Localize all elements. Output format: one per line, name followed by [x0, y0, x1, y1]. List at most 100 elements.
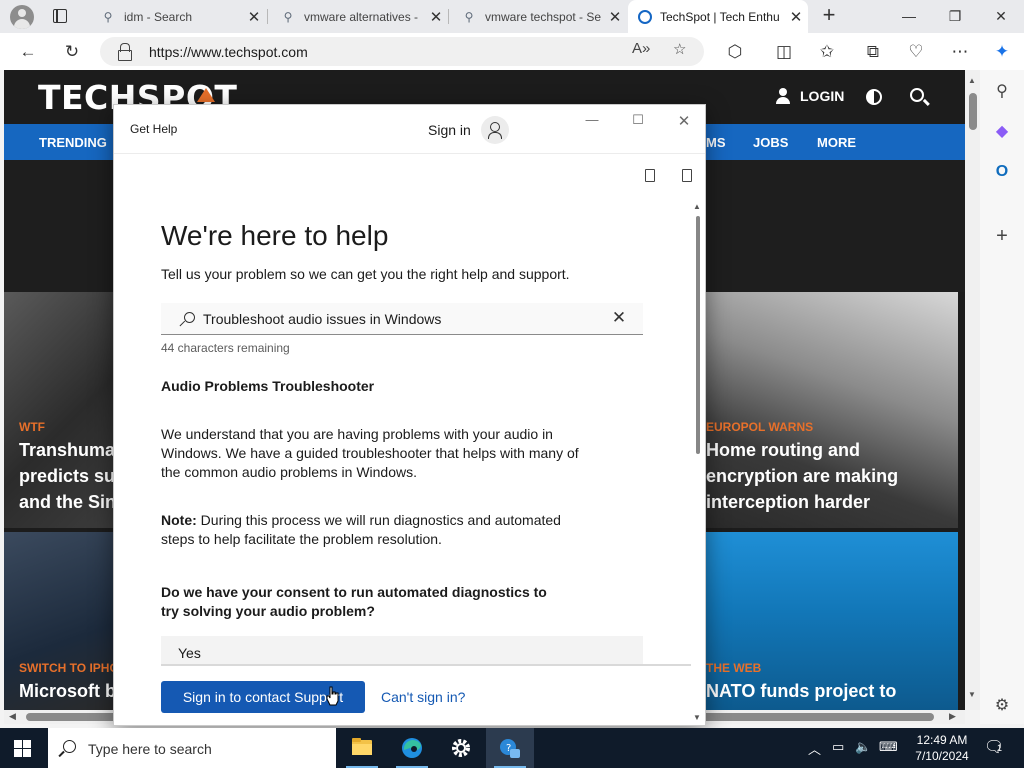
user-icon: [776, 88, 790, 104]
collections-icon[interactable]: ⧉: [860, 39, 886, 65]
nav-more[interactable]: MORE: [817, 135, 856, 150]
site-search-icon[interactable]: [910, 88, 924, 102]
search-icon: ⚲: [103, 9, 113, 24]
dialog-scrollbar[interactable]: ▲ ▼: [691, 200, 705, 722]
scroll-up-icon[interactable]: ▲: [968, 76, 976, 85]
page-vertical-scrollbar[interactable]: ▲ ▼: [965, 70, 980, 710]
profile-avatar-icon[interactable]: [10, 5, 34, 29]
option-yes[interactable]: Yes: [161, 636, 643, 666]
scroll-up-icon[interactable]: ▲: [693, 202, 701, 211]
minimize-icon[interactable]: —: [886, 0, 932, 33]
dialog-close-icon[interactable]: ✕: [661, 112, 705, 132]
favorites-icon[interactable]: ✩: [814, 39, 840, 65]
article-card[interactable]: WTF Transhuman predicts sup and the Sing: [4, 292, 122, 528]
techspot-icon: [638, 9, 652, 24]
close-tab-icon[interactable]: ✕: [603, 8, 627, 26]
note-label: Note:: [161, 512, 197, 528]
taskbar-search-box[interactable]: Type here to search: [48, 728, 336, 768]
scroll-thumb[interactable]: [696, 216, 700, 454]
network-icon[interactable]: ▭: [832, 739, 844, 755]
get-help-app-icon[interactable]: ?: [486, 728, 534, 768]
title-separator: [114, 153, 705, 154]
refresh-icon[interactable]: ↻: [59, 39, 85, 65]
window-title: Get Help: [130, 122, 178, 136]
tab-actions-icon[interactable]: [53, 9, 67, 23]
address-bar[interactable]: https://www.techspot.com A» ☆: [100, 37, 704, 66]
edge-browser-icon[interactable]: [388, 728, 436, 768]
scroll-down-icon[interactable]: ▼: [968, 690, 976, 699]
characters-remaining: 44 characters remaining: [161, 341, 290, 355]
file-explorer-icon[interactable]: [338, 728, 386, 768]
close-window-icon[interactable]: ✕: [978, 0, 1024, 33]
back-arrow-icon[interactable]: ←: [15, 39, 41, 65]
article-card[interactable]: THE WEB NATO funds project to: [706, 532, 958, 710]
sidebar-search-icon[interactable]: ⚲: [990, 80, 1014, 104]
tab-vmware-alternatives[interactable]: ⚲ vmware alternatives - ✕: [268, 0, 448, 33]
browser-toolbar: ← ↻ https://www.techspot.com A» ☆ ⬡ ◫ ✩ …: [0, 33, 1024, 70]
login-button[interactable]: LOGIN: [776, 88, 844, 104]
note-paragraph: Note: During this process we will run di…: [161, 511, 591, 549]
close-tab-icon[interactable]: ✕: [784, 8, 808, 26]
volume-muted-icon[interactable]: 🔈: [855, 739, 871, 755]
extensions-icon[interactable]: ⬡: [722, 39, 748, 65]
logo-accent-icon: [197, 88, 215, 102]
copilot-icon[interactable]: ✦: [989, 39, 1015, 65]
scroll-left-icon[interactable]: ◀: [9, 711, 16, 722]
nav-ms[interactable]: MS: [706, 135, 726, 150]
scroll-right-icon[interactable]: ▶: [949, 711, 956, 722]
system-clock[interactable]: 12:49 AM 7/10/2024: [912, 732, 972, 764]
article-card[interactable]: SWITCH TO IPHO Microsoft ba: [4, 532, 122, 710]
windows-start-icon[interactable]: [14, 740, 31, 757]
search-icon: ⚲: [283, 9, 293, 24]
lock-icon[interactable]: [118, 43, 132, 61]
cant-sign-in-link[interactable]: Can't sign in?: [381, 689, 465, 705]
favorite-star-icon[interactable]: ☆: [673, 40, 686, 58]
search-icon: [184, 312, 195, 323]
sidebar-settings-icon[interactable]: ⚙: [990, 694, 1014, 718]
scroll-down-icon[interactable]: ▼: [693, 713, 701, 722]
section-title: Audio Problems Troubleshooter: [161, 378, 375, 394]
read-aloud-icon[interactable]: A»: [632, 40, 650, 57]
consent-question: Do we have your consent to run automated…: [161, 584, 547, 619]
note-text: During this process we will run diagnost…: [161, 512, 561, 547]
help-search-input[interactable]: [203, 309, 603, 329]
article-card[interactable]: EUROPOL WARNS Home routing and encryptio…: [706, 292, 958, 528]
feedback-icon[interactable]: [645, 169, 655, 182]
account-icon[interactable]: [481, 116, 509, 144]
split-screen-icon[interactable]: ◫: [771, 39, 797, 65]
dark-mode-icon[interactable]: [866, 89, 882, 105]
settings-gear-icon[interactable]: [437, 728, 485, 768]
dialog-minimize-icon[interactable]: —: [569, 112, 615, 132]
tab-vmware-techspot[interactable]: ⚲ vmware techspot - Se ✕: [449, 0, 627, 33]
scroll-thumb[interactable]: [969, 93, 977, 130]
browser-tab-bar: ⚲ idm - Search ✕ ⚲ vmware alternatives -…: [0, 0, 1024, 33]
subtitle: Tell us your problem so we can get you t…: [161, 266, 570, 282]
url-text[interactable]: https://www.techspot.com: [149, 44, 308, 60]
settings-more-icon[interactable]: ⋯: [947, 39, 973, 65]
sign-in-link[interactable]: Sign in: [428, 122, 471, 138]
sidebar-add-icon[interactable]: +: [990, 224, 1014, 248]
search-icon: ⚲: [464, 9, 474, 24]
keyboard-icon[interactable]: ⌨: [879, 739, 898, 755]
tab-techspot[interactable]: TechSpot | Tech Enthu ✕: [628, 0, 808, 33]
hand-cursor-icon: [326, 686, 339, 706]
tab-idm-search[interactable]: ⚲ idm - Search ✕: [88, 0, 266, 33]
pin-icon[interactable]: [682, 169, 692, 182]
browser-essentials-icon[interactable]: ♡: [903, 39, 929, 65]
nav-trending[interactable]: TRENDING: [39, 135, 107, 150]
notification-count: 1: [997, 743, 1003, 753]
close-tab-icon[interactable]: ✕: [242, 8, 266, 26]
dialog-maximize-icon[interactable]: ☐: [615, 112, 661, 132]
new-tab-icon[interactable]: +: [818, 4, 840, 28]
sidebar-outlook-icon[interactable]: O: [990, 160, 1014, 184]
page-title: We're here to help: [161, 220, 389, 251]
search-icon: [63, 740, 76, 753]
get-help-window: Get Help Sign in — ☐ ✕ We're here to hel…: [113, 104, 706, 726]
restore-icon[interactable]: ❐: [932, 0, 978, 33]
clear-search-icon[interactable]: ✕: [609, 308, 629, 328]
close-tab-icon[interactable]: ✕: [424, 8, 448, 26]
nav-jobs[interactable]: JOBS: [753, 135, 788, 150]
help-search-box[interactable]: ✕: [161, 303, 643, 335]
sidebar-copilot-icon[interactable]: ◆: [990, 120, 1014, 144]
tray-chevron-icon[interactable]: ︿: [808, 739, 821, 758]
